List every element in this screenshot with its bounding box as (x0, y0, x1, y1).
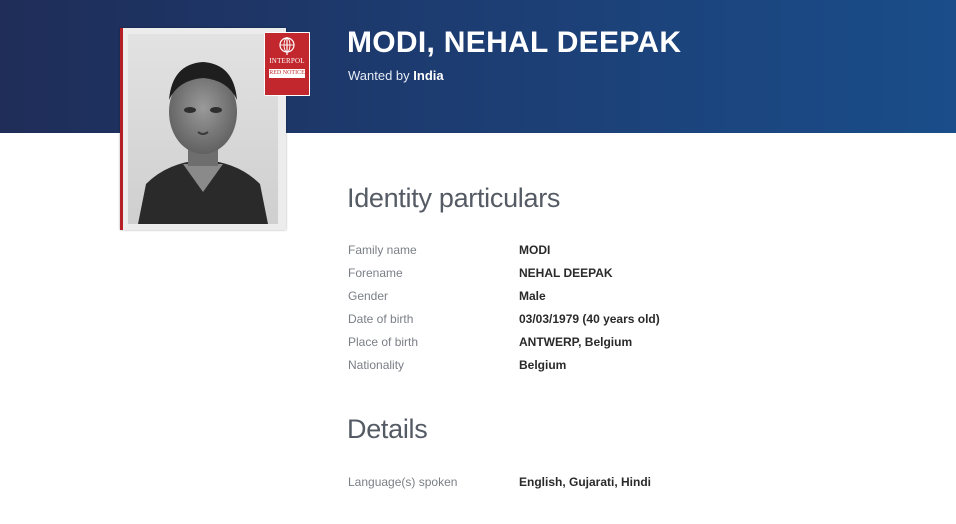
interpol-red-notice-badge: INTERPOL RED NOTICE (264, 32, 310, 96)
field-label: Family name (348, 243, 417, 257)
details-section-title: Details (347, 414, 428, 444)
field-value: English, Gujarati, Hindi (519, 475, 652, 489)
interpol-globe-icon (279, 37, 295, 55)
identity-section-title: Identity particulars (347, 183, 561, 213)
wanted-by-label: Wanted by (348, 68, 410, 83)
field-value: Male (519, 289, 546, 303)
field-label: Forename (348, 266, 403, 280)
field-value: 03/03/1979 (40 years old) (519, 312, 660, 326)
wanted-by-line: Wanted by India (348, 68, 444, 83)
field-label: Nationality (348, 358, 405, 372)
field-label: Place of birth (348, 335, 419, 349)
field-value: Belgium (519, 358, 567, 372)
badge-title: INTERPOL (269, 57, 305, 65)
field-value: ANTWERP, Belgium (519, 335, 633, 349)
wanted-by-country: India (413, 68, 444, 83)
field-label: Language(s) spoken (348, 475, 458, 489)
person-name: MODI, NEHAL DEEPAK (347, 26, 682, 59)
profile-photo (120, 28, 286, 230)
photo-edge-stripe (120, 28, 123, 230)
field-value: NEHAL DEEPAK (519, 266, 613, 280)
field-label: Date of birth (348, 312, 414, 326)
field-label: Gender (348, 289, 389, 303)
portrait-image (128, 34, 278, 224)
field-value: MODI (519, 243, 551, 257)
badge-subtitle: RED NOTICE (269, 69, 305, 78)
